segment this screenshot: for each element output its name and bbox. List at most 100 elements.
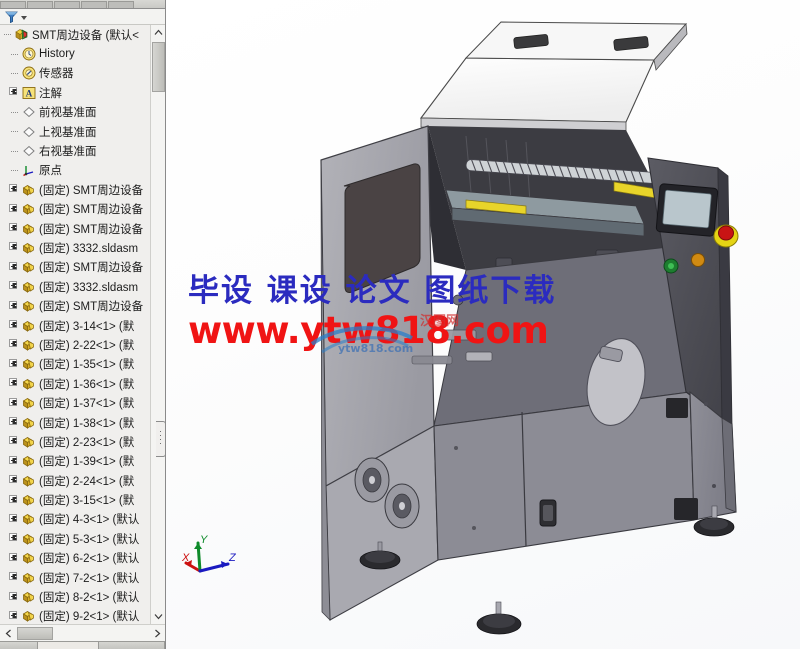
expand-toggle-icon[interactable] bbox=[9, 261, 20, 273]
expand-toggle-icon[interactable] bbox=[9, 436, 20, 447]
tree-item[interactable]: (固定) 4-3<1> (默认 bbox=[0, 510, 149, 529]
expand-toggle-icon[interactable] bbox=[9, 397, 20, 409]
chevron-down-icon bbox=[154, 614, 163, 620]
component-icon bbox=[22, 398, 34, 409]
tree-item[interactable]: (固定) 7-2<1> (默认 bbox=[0, 568, 149, 587]
expand-toggle-icon[interactable] bbox=[9, 203, 20, 215]
tree-item[interactable]: (固定) SMT周边设备 bbox=[0, 180, 149, 199]
tree-item[interactable]: (固定) SMT周边设备 bbox=[0, 296, 149, 315]
tree-item[interactable]: History bbox=[0, 44, 149, 63]
tree-item[interactable]: (固定) 3-15<1> (默 bbox=[0, 490, 149, 509]
panel-tab-2[interactable] bbox=[27, 1, 53, 8]
tree-item[interactable]: (固定) SMT周边设备 bbox=[0, 219, 149, 238]
plane-icon bbox=[23, 107, 35, 118]
grip-dots-icon bbox=[160, 431, 161, 447]
feature-tree-scroll-area[interactable]: SMT周边设备 (默认< History 传感器 A 注解 前视基准面上视基准面右视基准… bbox=[0, 25, 149, 624]
panel-tab-strip[interactable] bbox=[0, 0, 165, 9]
tree-item[interactable]: (固定) 2-23<1> (默 bbox=[0, 432, 149, 451]
tree-item-label: 注解 bbox=[39, 87, 62, 100]
tree-item[interactable]: (固定) 8-2<1> (默认 bbox=[0, 587, 149, 606]
scroll-right-button[interactable] bbox=[149, 625, 165, 641]
sensor-icon bbox=[22, 67, 36, 80]
feature-tree[interactable]: SMT周边设备 (默认< History 传感器 A 注解 前视基准面上视基准面右视基准… bbox=[0, 25, 165, 624]
component-icon bbox=[22, 553, 34, 564]
tree-item[interactable]: (固定) 2-24<1> (默 bbox=[0, 471, 149, 490]
status-lamp-amber bbox=[691, 253, 705, 267]
tree-item-label: (固定) SMT周边设备 bbox=[39, 223, 144, 236]
tree-children-container: History 传感器 A 注解 前视基准面上视基准面右视基准面原点 (固定) SMT周边… bbox=[0, 44, 149, 624]
scroll-left-button[interactable] bbox=[0, 625, 16, 641]
tree-item[interactable]: (固定) 1-36<1> (默 bbox=[0, 374, 149, 393]
axis-y-label: Y bbox=[200, 534, 208, 546]
chevron-right-icon bbox=[154, 629, 160, 637]
chevron-down-icon[interactable] bbox=[21, 16, 27, 20]
tree-item[interactable]: 原点 bbox=[0, 161, 149, 180]
tree-item[interactable]: (固定) 3332.sldasm bbox=[0, 277, 149, 296]
tree-item-label: 原点 bbox=[39, 165, 62, 178]
expand-toggle-icon[interactable] bbox=[9, 552, 20, 564]
expand-toggle-icon[interactable] bbox=[9, 358, 20, 370]
tree-branch-line bbox=[9, 146, 20, 157]
expand-toggle-icon[interactable] bbox=[9, 242, 20, 253]
panel-tab-1[interactable] bbox=[0, 1, 26, 8]
bottom-tab-2[interactable] bbox=[37, 642, 100, 649]
expand-toggle-icon[interactable] bbox=[9, 281, 20, 292]
tree-root-item[interactable]: SMT周边设备 (默认< bbox=[0, 25, 149, 44]
tree-item-label: 上视基准面 bbox=[39, 126, 97, 139]
tree-item[interactable]: (固定) 6-2<1> (默认 bbox=[0, 549, 149, 568]
expand-toggle-icon[interactable] bbox=[9, 223, 20, 234]
expand-toggle-icon[interactable] bbox=[9, 513, 20, 525]
filter-icon[interactable] bbox=[5, 11, 18, 23]
expand-toggle-icon[interactable] bbox=[9, 417, 20, 428]
hmi-display bbox=[655, 183, 719, 237]
panel-tab-4[interactable] bbox=[81, 1, 107, 8]
scroll-up-button[interactable] bbox=[151, 25, 165, 40]
tree-item[interactable]: (固定) 1-39<1> (默 bbox=[0, 452, 149, 471]
tree-item[interactable]: (固定) 1-37<1> (默 bbox=[0, 393, 149, 412]
graphics-viewport[interactable]: X Y Z bbox=[166, 0, 800, 649]
tree-vertical-scrollbar[interactable] bbox=[150, 25, 165, 624]
tree-item[interactable]: 上视基准面 bbox=[0, 122, 149, 141]
expand-toggle-icon[interactable] bbox=[9, 610, 20, 622]
expand-toggle-icon[interactable] bbox=[9, 320, 20, 331]
scroll-thumb-horizontal[interactable] bbox=[17, 627, 53, 640]
tree-item[interactable]: (固定) 3-14<1> (默 bbox=[0, 316, 149, 335]
tree-item-label: (固定) 3-14<1> (默 bbox=[39, 320, 135, 333]
expand-toggle-icon[interactable] bbox=[9, 591, 20, 603]
tree-item[interactable]: (固定) 1-35<1> (默 bbox=[0, 355, 149, 374]
expand-toggle-icon[interactable] bbox=[9, 533, 20, 544]
panel-splitter-handle[interactable] bbox=[156, 421, 165, 457]
tree-item[interactable]: (固定) 5-3<1> (默认 bbox=[0, 529, 149, 548]
component-icon bbox=[22, 456, 34, 468]
panel-tab-3[interactable] bbox=[54, 1, 80, 8]
expand-toggle-icon[interactable] bbox=[9, 339, 20, 350]
expand-toggle-icon[interactable] bbox=[9, 184, 20, 195]
expand-toggle-icon[interactable] bbox=[9, 475, 20, 486]
expand-toggle-icon[interactable] bbox=[9, 455, 20, 467]
tree-item[interactable]: (固定) 1-38<1> (默 bbox=[0, 413, 149, 432]
bottom-tab-3[interactable] bbox=[99, 642, 165, 649]
tree-filter-bar[interactable] bbox=[0, 9, 165, 25]
tree-item[interactable]: (固定) SMT周边设备 bbox=[0, 258, 149, 277]
expand-toggle-icon[interactable] bbox=[9, 378, 20, 389]
tree-horizontal-scrollbar[interactable] bbox=[0, 624, 165, 641]
expand-toggle-icon[interactable] bbox=[9, 494, 20, 506]
scroll-thumb-vertical[interactable] bbox=[152, 42, 165, 92]
tree-item[interactable]: 右视基准面 bbox=[0, 141, 149, 160]
bottom-tab-strip[interactable] bbox=[0, 641, 165, 649]
tree-item[interactable]: (固定) SMT周边设备 bbox=[0, 200, 149, 219]
tree-item[interactable]: 前视基准面 bbox=[0, 103, 149, 122]
tree-item-label: (固定) 2-24<1> (默 bbox=[39, 475, 135, 488]
expand-toggle-icon[interactable] bbox=[9, 572, 20, 583]
tree-item[interactable]: (固定) 9-2<1> (默认 bbox=[0, 607, 149, 624]
tree-item[interactable]: (固定) 3332.sldasm bbox=[0, 238, 149, 257]
panel-tab-5[interactable] bbox=[108, 1, 134, 8]
tree-item[interactable]: (固定) 2-22<1> (默 bbox=[0, 335, 149, 354]
tree-item[interactable]: 传感器 bbox=[0, 64, 149, 83]
tree-item[interactable]: A 注解 bbox=[0, 83, 149, 102]
bottom-tab-1[interactable] bbox=[0, 642, 38, 649]
expand-toggle-icon[interactable] bbox=[9, 300, 20, 312]
expand-toggle-icon[interactable] bbox=[9, 87, 20, 98]
tree-filter-input[interactable] bbox=[30, 11, 165, 23]
scroll-down-button[interactable] bbox=[151, 609, 165, 624]
